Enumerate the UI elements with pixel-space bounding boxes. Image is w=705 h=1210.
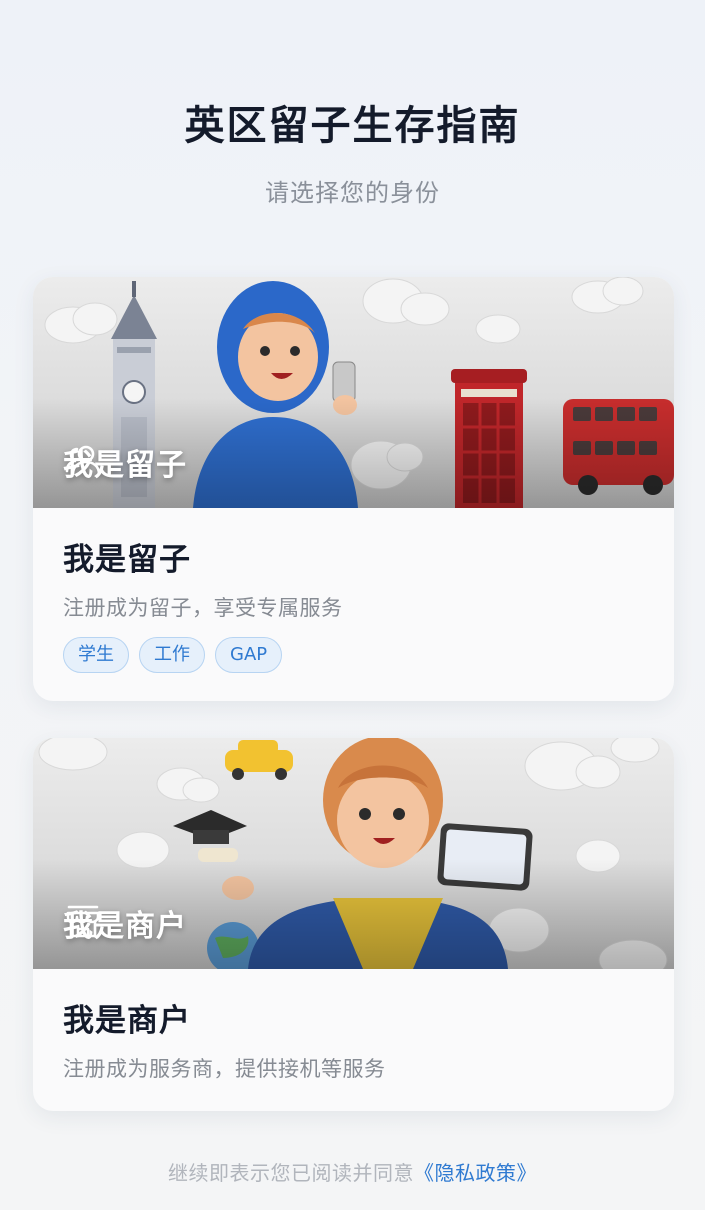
tag-gap: GAP xyxy=(215,637,283,673)
tag-student: 学生 xyxy=(63,637,129,673)
merchant-identity-card[interactable]: 我是商户 我是商户 注册成为服务商，提供接机等服务 xyxy=(33,738,674,1111)
merchant-banner-label: 我是商户 xyxy=(63,901,187,945)
storefront-icon xyxy=(66,905,100,938)
merchant-card-description: 注册成为服务商，提供接机等服务 xyxy=(63,1057,386,1081)
merchant-card-title: 我是商户 xyxy=(63,1003,191,1039)
merchant-banner-image: 我是商户 xyxy=(33,738,674,969)
student-tags: 学生 工作 GAP xyxy=(63,637,644,673)
student-card-title: 我是留子 xyxy=(63,542,191,578)
student-identity-card[interactable]: 我是留子 我是留子 注册成为留子，享受专属服务 学生 工作 GAP xyxy=(33,277,674,701)
student-card-description: 注册成为留子，享受专属服务 xyxy=(63,596,343,620)
privacy-notice-text: 继续即表示您已阅读并同意 xyxy=(168,1161,414,1185)
student-banner-image: 我是留子 xyxy=(33,277,674,508)
page-title: 英区留子生存指南 xyxy=(184,103,521,149)
page-header: 英区留子生存指南 请选择您的身份 xyxy=(0,98,705,210)
page-subtitle: 请选择您的身份 xyxy=(265,179,440,207)
privacy-notice: 继续即表示您已阅读并同意《隐私政策》 xyxy=(0,1158,705,1188)
privacy-policy-link[interactable]: 《隐私政策》 xyxy=(414,1161,537,1185)
tag-work: 工作 xyxy=(139,637,205,673)
user-group-icon xyxy=(65,445,101,476)
student-banner-label: 我是留子 xyxy=(63,440,187,484)
